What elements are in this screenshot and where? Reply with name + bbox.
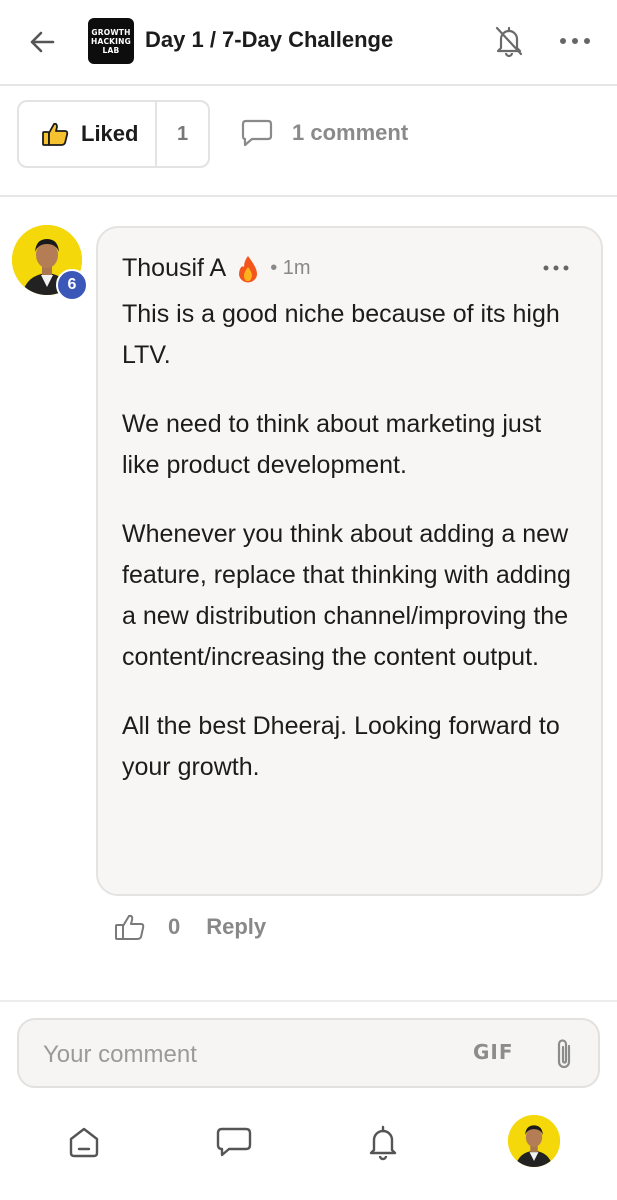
more-options-button[interactable] (552, 20, 598, 62)
thumbs-up-icon (115, 914, 145, 940)
comment-body: This is a good niche because of its high… (122, 294, 582, 816)
comment-more-button[interactable] (538, 254, 574, 282)
paperclip-icon (557, 1039, 571, 1069)
mute-notifications-button[interactable] (488, 20, 530, 62)
chat-icon (216, 1127, 252, 1157)
comment-composer: GIF (17, 1018, 600, 1088)
header-divider (0, 84, 617, 86)
bell-off-icon (495, 26, 523, 58)
comment-paragraph: This is a good niche because of its high… (122, 300, 560, 369)
comment-paragraph: All the best Dheeraj. Looking forward to… (122, 712, 560, 781)
gif-button[interactable]: GIF (473, 1040, 514, 1064)
home-icon (69, 1127, 99, 1158)
nav-chat[interactable] (209, 1116, 259, 1168)
comment-time: • 1m (270, 257, 311, 279)
like-control: Liked 1 (17, 100, 210, 168)
comment-actions: 0 Reply (114, 912, 266, 942)
nav-notifications[interactable] (358, 1116, 408, 1168)
logo-line-3: LAB (102, 45, 120, 55)
comment-paragraph: Whenever you think about adding a new fe… (122, 520, 571, 671)
like-count-button[interactable]: 1 (157, 123, 208, 146)
page-title: Day 1 / 7-Day Challenge (145, 27, 394, 52)
reactions-divider (0, 195, 617, 197)
comments-count-label: 1 comment (292, 120, 409, 145)
logo-line-2: HACKING (90, 36, 132, 46)
top-app-bar: GROWTH HACKING LAB Day 1 / 7-Day Challen… (0, 0, 617, 84)
comment-like-button[interactable] (114, 912, 146, 942)
comment-input[interactable] (41, 1034, 445, 1076)
level-badge: 6 (56, 269, 88, 301)
logo-line-1: GROWTH (91, 27, 131, 37)
comment-bubble: Thousif A • 1m This is a good niche beca… (96, 226, 603, 896)
comment-paragraph: We need to think about marketing just li… (122, 410, 542, 479)
nav-profile-avatar[interactable] (508, 1115, 560, 1167)
more-horizontal-icon (543, 265, 569, 271)
comment-header: Thousif A • 1m (122, 254, 311, 283)
fire-emoji-icon (236, 255, 260, 283)
nav-home[interactable] (59, 1116, 109, 1168)
comment-author[interactable]: Thousif A (122, 254, 226, 283)
attach-button[interactable] (547, 1034, 581, 1074)
reply-button[interactable]: Reply (206, 914, 266, 940)
like-button[interactable]: Liked (19, 102, 157, 166)
arrow-left-icon (30, 31, 55, 53)
thumbs-up-icon (42, 122, 69, 146)
comment-bubble-icon (241, 119, 273, 147)
comments-count-button[interactable]: 1 comment (240, 118, 408, 148)
more-horizontal-icon (560, 38, 590, 44)
comment-like-count: 0 (168, 914, 181, 939)
bell-icon (369, 1125, 397, 1161)
community-logo[interactable]: GROWTH HACKING LAB (88, 18, 134, 64)
like-label: Liked (81, 121, 139, 146)
composer-divider (0, 1000, 617, 1002)
back-button[interactable] (22, 22, 62, 62)
